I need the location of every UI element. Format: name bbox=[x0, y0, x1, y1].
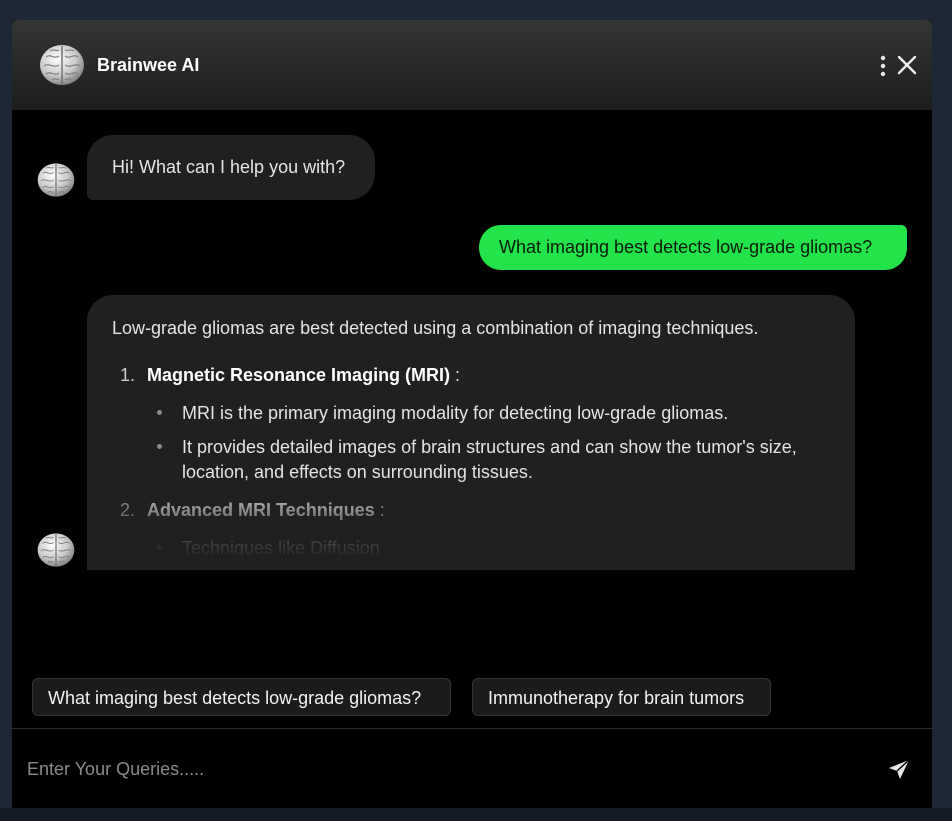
brain-icon bbox=[38, 41, 86, 89]
list-item-heading: Magnetic Resonance Imaging (MRI) : bbox=[147, 365, 461, 385]
bot-avatar-icon bbox=[36, 160, 76, 200]
bullet-dot bbox=[157, 545, 162, 550]
list-number: 1. bbox=[120, 365, 136, 385]
query-input[interactable] bbox=[16, 750, 867, 788]
chat-title: Brainwee AI bbox=[97, 55, 200, 75]
close-icon[interactable] bbox=[896, 54, 918, 76]
answer-intro: Low-grade gliomas are best detected usin… bbox=[112, 318, 759, 338]
bullet-dot bbox=[157, 444, 162, 449]
chat-panel: Brainwee AI Hi! What can I help you with… bbox=[12, 20, 932, 808]
suggestion-chip[interactable]: What imaging best detects low-grade glio… bbox=[32, 678, 451, 716]
list-bullet-text: Techniques like Diffusion bbox=[182, 538, 380, 558]
list-bullet-text: MRI is the primary imaging modality for … bbox=[182, 403, 729, 423]
user-message: What imaging best detects low-grade glio… bbox=[479, 225, 907, 270]
bottom-bar bbox=[0, 808, 952, 821]
chat-header: Brainwee AI bbox=[12, 20, 932, 110]
list-bullet-text: location, and effects on surrounding tis… bbox=[182, 462, 533, 482]
more-vertical-icon[interactable] bbox=[878, 55, 888, 77]
list-bullet-text: It provides detailed images of brain str… bbox=[182, 437, 797, 457]
bullet-dot bbox=[157, 410, 162, 415]
bot-avatar-icon bbox=[36, 530, 76, 570]
input-divider bbox=[12, 728, 932, 729]
bot-message-greeting: Hi! What can I help you with? bbox=[87, 135, 375, 200]
suggestion-chip[interactable]: Immunotherapy for brain tumors bbox=[472, 678, 771, 716]
list-item-heading: Advanced MRI Techniques : bbox=[147, 500, 385, 520]
bot-message-answer: Low-grade gliomas are best detected usin… bbox=[87, 295, 855, 570]
send-icon[interactable] bbox=[886, 757, 912, 783]
list-number: 2. bbox=[120, 500, 136, 520]
